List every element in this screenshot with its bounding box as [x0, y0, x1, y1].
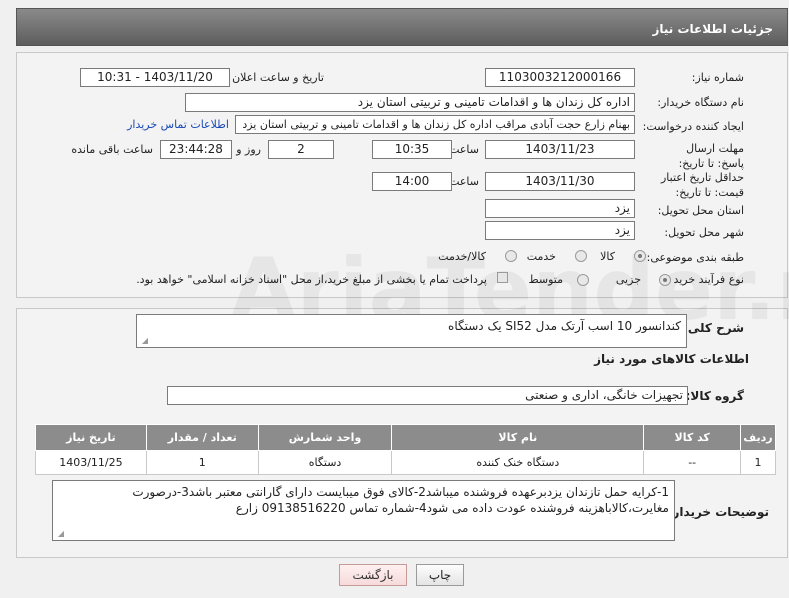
need-number-label: شماره نیاز:	[691, 71, 744, 84]
deadline-date-field[interactable]: 1403/11/23	[485, 140, 635, 159]
col-code-header: کد کالا	[643, 424, 742, 451]
print-button[interactable]: چاپ	[416, 564, 464, 586]
buyer-notes-text: 1-کرایه حمل تازندان یزدبرعهده فروشنده می…	[132, 485, 669, 515]
price-valid-label: حداقل تاریخ اعتبار قیمت: تا تاریخ:	[660, 171, 744, 199]
category-both-label: کالا/خدمت	[438, 250, 486, 263]
announce-field[interactable]: 1403/11/20 - 10:31	[80, 68, 230, 87]
category-label: طبقه بندی موضوعی:	[646, 251, 744, 264]
category-both-radio[interactable]	[505, 250, 517, 262]
contact-info-link[interactable]: اطلاعات تماس خریدار	[127, 118, 229, 131]
cell-date: 1403/11/25	[35, 450, 147, 475]
city-field[interactable]: یزد	[485, 221, 635, 240]
category-goods-radio[interactable]	[634, 250, 646, 262]
goods-section-title: اطلاعات کالاهای مورد نیاز	[594, 352, 749, 366]
resize-grip-icon[interactable]: ◢	[56, 530, 64, 538]
price-valid-time-label: ساعت	[449, 175, 479, 188]
city-label: شهر محل تحویل:	[664, 226, 744, 239]
resize-grip-icon[interactable]: ◢	[140, 337, 148, 345]
creator-label: ایجاد کننده درخواست:	[642, 120, 744, 133]
category-service-label: خدمت	[526, 250, 556, 263]
category-goods-label: کالا	[600, 250, 615, 263]
col-qty-header: تعداد / مقدار	[145, 424, 259, 451]
cell-name: دستگاه خنک کننده	[391, 450, 645, 475]
deadline-time-label: ساعت	[449, 143, 479, 156]
treasury-payment-checkbox[interactable]	[497, 272, 508, 283]
col-name-header: نام کالا	[391, 424, 645, 451]
buyer-notes-label: توضیحات خریدار:	[667, 505, 769, 519]
remaining-label: ساعت باقی مانده	[71, 143, 153, 156]
cell-row: 1	[740, 450, 776, 475]
process-medium-label: متوسط	[528, 273, 563, 286]
goods-group-field[interactable]: تجهیزات خانگی، اداری و صنعتی	[167, 386, 688, 405]
col-date-header: تاریخ نیاز	[35, 424, 147, 451]
cell-qty: 1	[145, 450, 259, 475]
table-row[interactable]: 1 -- دستگاه خنک کننده دستگاه 1 1403/11/2…	[35, 450, 776, 475]
buyer-org-field[interactable]: اداره کل زندان ها و اقدامات تامینی و ترب…	[185, 93, 635, 112]
process-label: نوع فرآیند خرید :	[666, 273, 744, 286]
remaining-time-field[interactable]: 23:44:28	[160, 140, 232, 159]
cell-code: --	[643, 450, 742, 475]
back-button[interactable]: بازگشت	[339, 564, 407, 586]
buyer-notes-field[interactable]: 1-کرایه حمل تازندان یزدبرعهده فروشنده می…	[52, 480, 675, 541]
col-unit-header: واحد شمارش	[257, 424, 393, 451]
description-text: کندانسور 10 اسب آرتک مدل SI52 یک دستگاه	[448, 319, 681, 333]
process-minor-label: جزیی	[615, 273, 641, 286]
days-label: روز و	[236, 143, 261, 156]
days-field[interactable]: 2	[268, 140, 334, 159]
creator-field[interactable]: بهنام زارع حجت آبادی مراقب اداره کل زندا…	[235, 115, 635, 134]
table-header-row: ردیف کد کالا نام کالا واحد شمارش تعداد /…	[35, 424, 776, 451]
page-title: جزئیات اطلاعات نیاز	[652, 22, 773, 36]
treasury-payment-note: پرداخت تمام یا بخشی از مبلغ خرید،از محل …	[136, 273, 487, 286]
col-row-header: ردیف	[740, 424, 776, 451]
category-service-radio[interactable]	[575, 250, 587, 262]
price-valid-time-field[interactable]: 14:00	[372, 172, 452, 191]
province-label: استان محل تحویل:	[657, 204, 744, 217]
goods-group-label: گروه کالا:	[685, 389, 744, 403]
deadline-label: مهلت ارسال پاسخ: تا تاریخ:	[678, 142, 744, 170]
need-number-field[interactable]: 1103003212000166	[485, 68, 635, 87]
buyer-org-label: نام دستگاه خریدار:	[657, 96, 744, 109]
price-valid-date-field[interactable]: 1403/11/30	[485, 172, 635, 191]
process-medium-radio[interactable]	[577, 274, 589, 286]
description-field[interactable]: کندانسور 10 اسب آرتک مدل SI52 یک دستگاه …	[136, 314, 687, 348]
page-header: جزئیات اطلاعات نیاز	[16, 8, 788, 46]
cell-unit: دستگاه	[257, 450, 393, 475]
deadline-time-field[interactable]: 10:35	[372, 140, 452, 159]
province-field[interactable]: یزد	[485, 199, 635, 218]
process-minor-radio[interactable]	[659, 274, 671, 286]
goods-table: ردیف کد کالا نام کالا واحد شمارش تعداد /…	[35, 424, 776, 475]
